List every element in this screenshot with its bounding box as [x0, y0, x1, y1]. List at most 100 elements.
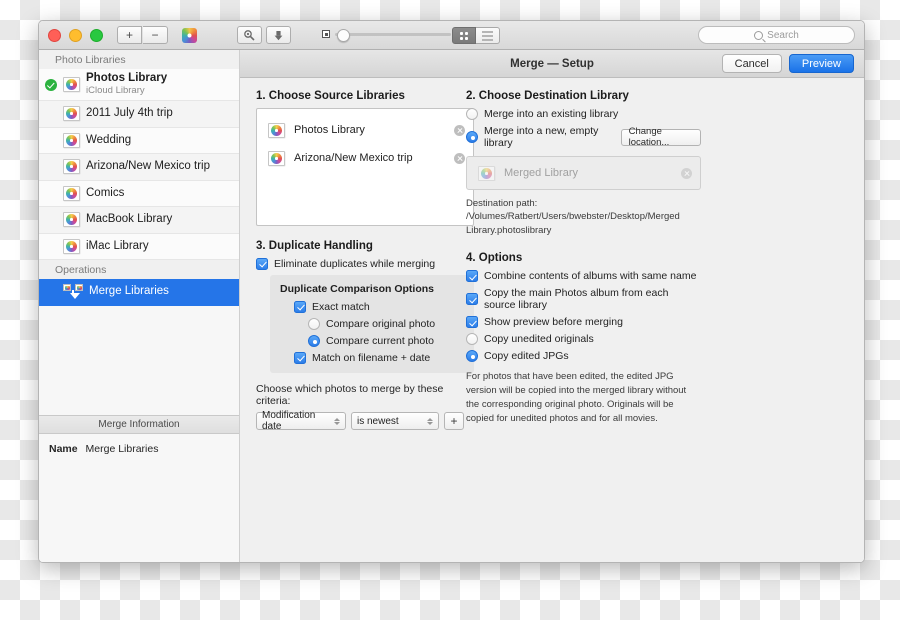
close-window-button[interactable] [48, 28, 61, 42]
remove-source-icon[interactable] [454, 124, 465, 136]
copy-main-album-checkbox[interactable] [466, 293, 478, 306]
window-body: Photo Libraries Photos Library iCloud Li… [39, 50, 864, 562]
sidebar-item-wedding[interactable]: Wedding [39, 127, 239, 154]
eliminate-duplicates-label: Eliminate duplicates while merging [274, 258, 436, 270]
source-libraries-list[interactable]: Photos Library Arizona/New Mexico trip [256, 108, 474, 226]
add-library-button[interactable]: + [117, 26, 142, 44]
sidebar-item-comics[interactable]: Comics [39, 180, 239, 207]
sidebar-item-label: MacBook Library [86, 213, 173, 226]
app-window: + − Search Photo Libraries Photos Librar… [38, 20, 865, 563]
sidebar-item-2011-july-4th-trip[interactable]: 2011 July 4th trip [39, 101, 239, 128]
copy-edited-jpgs-radio[interactable] [466, 350, 478, 363]
sidebar-item-label: Arizona/New Mexico trip [86, 160, 210, 173]
criteria-row: Modification date is newest + [256, 410, 474, 432]
active-library-check-icon [45, 78, 57, 91]
window-toolbar: + − Search [39, 21, 864, 50]
zoom-window-button[interactable] [90, 28, 103, 42]
exact-match-row[interactable]: Exact match [294, 301, 464, 313]
sidebar-item-label: Wedding [86, 133, 132, 146]
match-filename-date-checkbox[interactable] [294, 352, 306, 364]
grid-view-icon[interactable] [452, 27, 476, 44]
add-criteria-button[interactable]: + [444, 412, 464, 430]
duplicate-comparison-title: Duplicate Comparison Options [280, 283, 435, 295]
sidebar-item-label: Photos Library [86, 72, 168, 85]
copy-unedited-row[interactable]: Copy unedited originals [466, 333, 701, 346]
compare-original-row[interactable]: Compare original photo [308, 318, 464, 330]
active-library-check-placeholder [45, 240, 57, 252]
list-item[interactable]: Photos Library [257, 116, 473, 144]
combine-albums-row[interactable]: Combine contents of albums with same nam… [466, 270, 701, 283]
slider-knob[interactable] [337, 28, 350, 42]
window-controls [48, 28, 103, 42]
change-location-button[interactable]: Change location... [620, 126, 701, 148]
minimize-window-button[interactable] [69, 28, 82, 42]
sidebar-item-label: iMac Library [86, 239, 149, 252]
criteria-instruction: Choose which photos to merge by these cr… [256, 383, 444, 407]
show-preview-row[interactable]: Show preview before merging [466, 316, 701, 329]
merge-libraries-icon [63, 284, 83, 300]
source-library-label: Photos Library [294, 124, 365, 136]
download-arrow-icon[interactable] [266, 26, 291, 44]
active-library-check-placeholder [45, 161, 57, 173]
sidebar-item-photos-library[interactable]: Photos Library iCloud Library [39, 69, 239, 101]
copy-unedited-label: Copy unedited originals [484, 333, 594, 346]
search-input[interactable]: Search [698, 26, 855, 44]
sidebar-item-macbook-library[interactable]: MacBook Library [39, 207, 239, 234]
thumbnail-size-slider[interactable] [322, 28, 468, 42]
exact-match-checkbox[interactable] [294, 301, 306, 313]
sidebar-item-label: Comics [86, 186, 125, 199]
duplicate-comparison-options-panel: Duplicate Comparison Options Exact match… [270, 275, 474, 373]
copy-main-album-row[interactable]: Copy the main Photos album from each sou… [466, 287, 701, 311]
merge-new-radio[interactable] [466, 131, 478, 143]
clear-destination-icon[interactable] [681, 167, 692, 179]
sidebar-empty-space [39, 305, 239, 416]
copy-edited-jpgs-row[interactable]: Copy edited JPGs [466, 350, 701, 363]
show-preview-checkbox[interactable] [466, 316, 478, 329]
preview-button[interactable]: Preview [788, 54, 854, 73]
merge-existing-radio[interactable] [466, 108, 478, 120]
cancel-button[interactable]: Cancel [721, 54, 782, 73]
remove-source-icon[interactable] [454, 152, 465, 164]
source-library-label: Arizona/New Mexico trip [294, 152, 413, 164]
info-key: Name [49, 443, 78, 456]
compare-current-radio[interactable] [308, 335, 320, 347]
show-preview-label: Show preview before merging [484, 316, 623, 329]
magnifier-key-icon[interactable] [237, 26, 262, 44]
search-placeholder: Search [767, 29, 799, 41]
sidebar-item-arizona-new-mexico-trip[interactable]: Arizona/New Mexico trip [39, 154, 239, 181]
copy-unedited-radio[interactable] [466, 333, 478, 346]
list-item[interactable]: Arizona/New Mexico trip [257, 144, 473, 172]
destination-library-box[interactable]: Merged Library [466, 156, 701, 190]
slider-track[interactable] [335, 28, 451, 42]
criteria-field-select[interactable]: Modification date [256, 410, 346, 432]
photos-library-icon [63, 185, 80, 201]
active-library-check-placeholder [45, 187, 57, 199]
photos-library-icon [63, 238, 80, 254]
match-filename-date-label: Match on filename + date [312, 352, 431, 364]
compare-original-radio[interactable] [308, 318, 320, 330]
list-view-icon[interactable] [476, 27, 500, 44]
remove-library-button[interactable]: − [143, 26, 168, 44]
sidebar-section-photo-libraries: Photo Libraries [39, 50, 239, 69]
compare-original-label: Compare original photo [326, 318, 436, 330]
sidebar-item-merge-libraries[interactable]: Merge Libraries [39, 279, 239, 306]
compare-current-row[interactable]: Compare current photo [308, 335, 464, 347]
merge-setup-form: 1. Choose Source Libraries Photos Librar… [240, 78, 864, 562]
eliminate-duplicates-checkbox[interactable] [256, 258, 268, 270]
photos-library-icon [63, 212, 80, 228]
page-title: Merge — Setup [510, 57, 594, 70]
match-filename-date-row[interactable]: Match on filename + date [294, 352, 464, 364]
merge-new-row[interactable]: Merge into a new, empty library Change l… [466, 125, 701, 149]
merge-new-label: Merge into a new, empty library [484, 125, 599, 149]
combine-albums-checkbox[interactable] [466, 270, 478, 283]
operation-check-placeholder [45, 286, 57, 298]
sidebar-item-subtitle: iCloud Library [86, 85, 145, 97]
eliminate-duplicates-row[interactable]: Eliminate duplicates while merging [256, 258, 474, 270]
photos-icon[interactable] [182, 27, 197, 43]
sidebar-item-imac-library[interactable]: iMac Library [39, 233, 239, 260]
criteria-operator-select[interactable]: is newest [351, 412, 439, 430]
step1-title: 1. Choose Source Libraries [256, 90, 405, 102]
merge-existing-row[interactable]: Merge into an existing library [466, 108, 701, 120]
search-icon [754, 30, 764, 40]
combine-albums-label: Combine contents of albums with same nam… [484, 270, 697, 283]
